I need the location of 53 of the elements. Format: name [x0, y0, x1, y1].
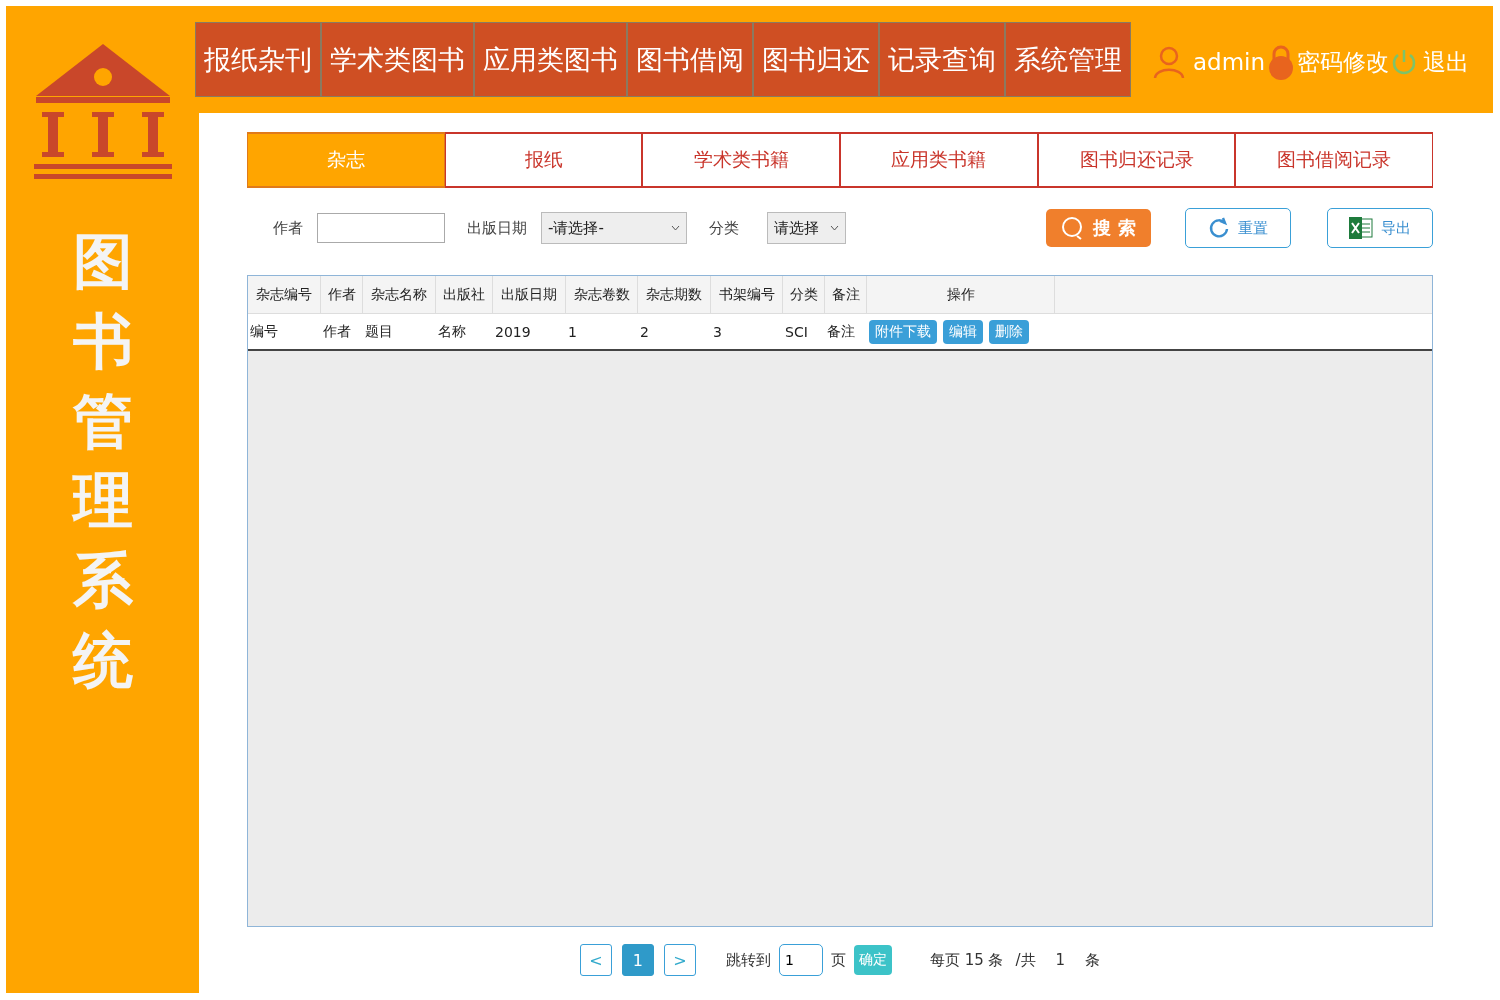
date-label: 出版日期: [467, 218, 527, 238]
library-building-icon: [33, 44, 172, 180]
date-select[interactable]: -请选择-: [541, 212, 687, 244]
reset-button[interactable]: 重置: [1185, 208, 1291, 248]
search-button[interactable]: 搜 索: [1046, 209, 1151, 247]
next-page-button[interactable]: >: [663, 944, 696, 976]
table-cell-text: 名称: [437, 321, 467, 341]
nav-item[interactable]: 学术类图书: [321, 22, 474, 97]
page-button[interactable]: 1: [621, 944, 654, 976]
refresh-icon: [1208, 217, 1230, 239]
nav-item[interactable]: 系统管理: [1005, 22, 1131, 97]
total-label: /共: [1015, 950, 1036, 970]
action-button[interactable]: 附件下载: [869, 319, 937, 344]
category-label: 分类: [709, 218, 739, 238]
category-select[interactable]: 请选择: [767, 212, 846, 244]
table-cell-text: SCI: [784, 322, 809, 342]
table-cell-text: 2019: [494, 322, 532, 342]
table-cell-text: 1: [567, 322, 578, 342]
table-cell-text: 备注: [826, 321, 856, 341]
sub-tab[interactable]: 报纸: [444, 132, 643, 188]
table-cell-text: 作者: [322, 321, 352, 341]
author-field[interactable]: [317, 213, 445, 243]
prev-page-button[interactable]: <: [579, 944, 612, 976]
lock-icon: [1267, 44, 1296, 80]
table-cell-text: 编号: [249, 321, 279, 341]
nav-item[interactable]: 报纸杂刊: [195, 22, 321, 97]
chevron-icon: [830, 225, 839, 231]
action-button[interactable]: 编辑: [943, 319, 983, 344]
author-label: 作者: [273, 218, 303, 238]
user-icon: [1153, 45, 1185, 79]
sub-tab[interactable]: 应用类书籍: [840, 132, 1038, 188]
total-unit: 条: [1085, 950, 1101, 970]
table-cell-text: 2: [639, 322, 650, 342]
chevron-icon: [671, 225, 680, 231]
sub-tab[interactable]: 图书归还记录: [1037, 132, 1236, 188]
page-unit: 页: [830, 950, 846, 970]
sub-tab[interactable]: 学术类书籍: [642, 132, 840, 188]
spreadsheet-icon: [1349, 217, 1373, 239]
page-field[interactable]: 1: [778, 944, 823, 976]
table-cell-text: 题目: [364, 321, 394, 341]
table-cell-text: 3: [712, 322, 723, 342]
nav-item[interactable]: 图书借阅: [627, 22, 753, 97]
jump-label: 跳转到: [725, 950, 771, 970]
nav-item[interactable]: 记录查询: [879, 22, 1005, 97]
nav-item[interactable]: 应用类图书: [474, 22, 627, 97]
export-button[interactable]: 导出: [1327, 208, 1433, 248]
action-button[interactable]: 删除: [989, 319, 1029, 344]
nav-item[interactable]: 图书归还: [753, 22, 879, 97]
total-count: 1: [1055, 951, 1066, 969]
per-page-text: 每页 15 条: [929, 950, 1004, 970]
sub-tab[interactable]: 图书借阅记录: [1235, 132, 1434, 188]
username: admin: [1193, 49, 1266, 75]
system-title: 图书管理系统: [72, 225, 133, 697]
